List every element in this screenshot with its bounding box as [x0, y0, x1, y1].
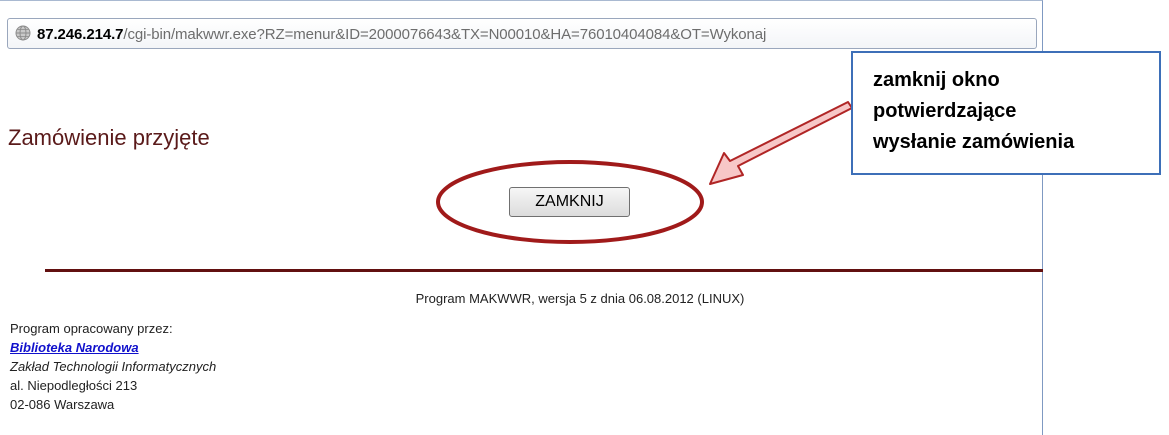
prepared-by-text: Program opracowany przez:: [10, 321, 173, 336]
url-text[interactable]: 87.246.214.7/cgi-bin/makwwr.exe?RZ=menur…: [37, 26, 766, 43]
close-button[interactable]: ZAMKNIJ: [509, 187, 630, 217]
library-link[interactable]: Biblioteka Narodowa: [10, 340, 139, 355]
department-text: Zakład Technologii Informatycznych: [10, 359, 217, 374]
callout-line-3: wysłanie zamówienia: [873, 131, 1075, 153]
callout-line-1: zamknij okno: [873, 69, 1000, 91]
callout-line-2: potwierdzające: [873, 100, 1017, 122]
page-title: Zamówienie przyjęte: [8, 125, 210, 150]
screenshot-stage: 87.246.214.7/cgi-bin/makwwr.exe?RZ=menur…: [0, 0, 1169, 435]
program-version-text: Program MAKWWR, wersja 5 z dnia 06.08.20…: [415, 291, 745, 306]
street-text: al. Niepodległości 213: [10, 378, 138, 393]
footer-address: Program opracowany przez: Biblioteka Nar…: [10, 319, 216, 414]
globe-icon: [15, 25, 31, 41]
annotation-callout: zamknij okno potwierdzające wysłanie zam…: [851, 51, 1161, 175]
city-text: 02-086 Warszawa: [10, 397, 115, 412]
divider: [45, 269, 1043, 272]
url-path: /cgi-bin/makwwr.exe?RZ=menur&ID=20000766…: [123, 26, 767, 43]
url-host: 87.246.214.7: [37, 26, 124, 43]
address-bar[interactable]: 87.246.214.7/cgi-bin/makwwr.exe?RZ=menur…: [7, 18, 1037, 49]
